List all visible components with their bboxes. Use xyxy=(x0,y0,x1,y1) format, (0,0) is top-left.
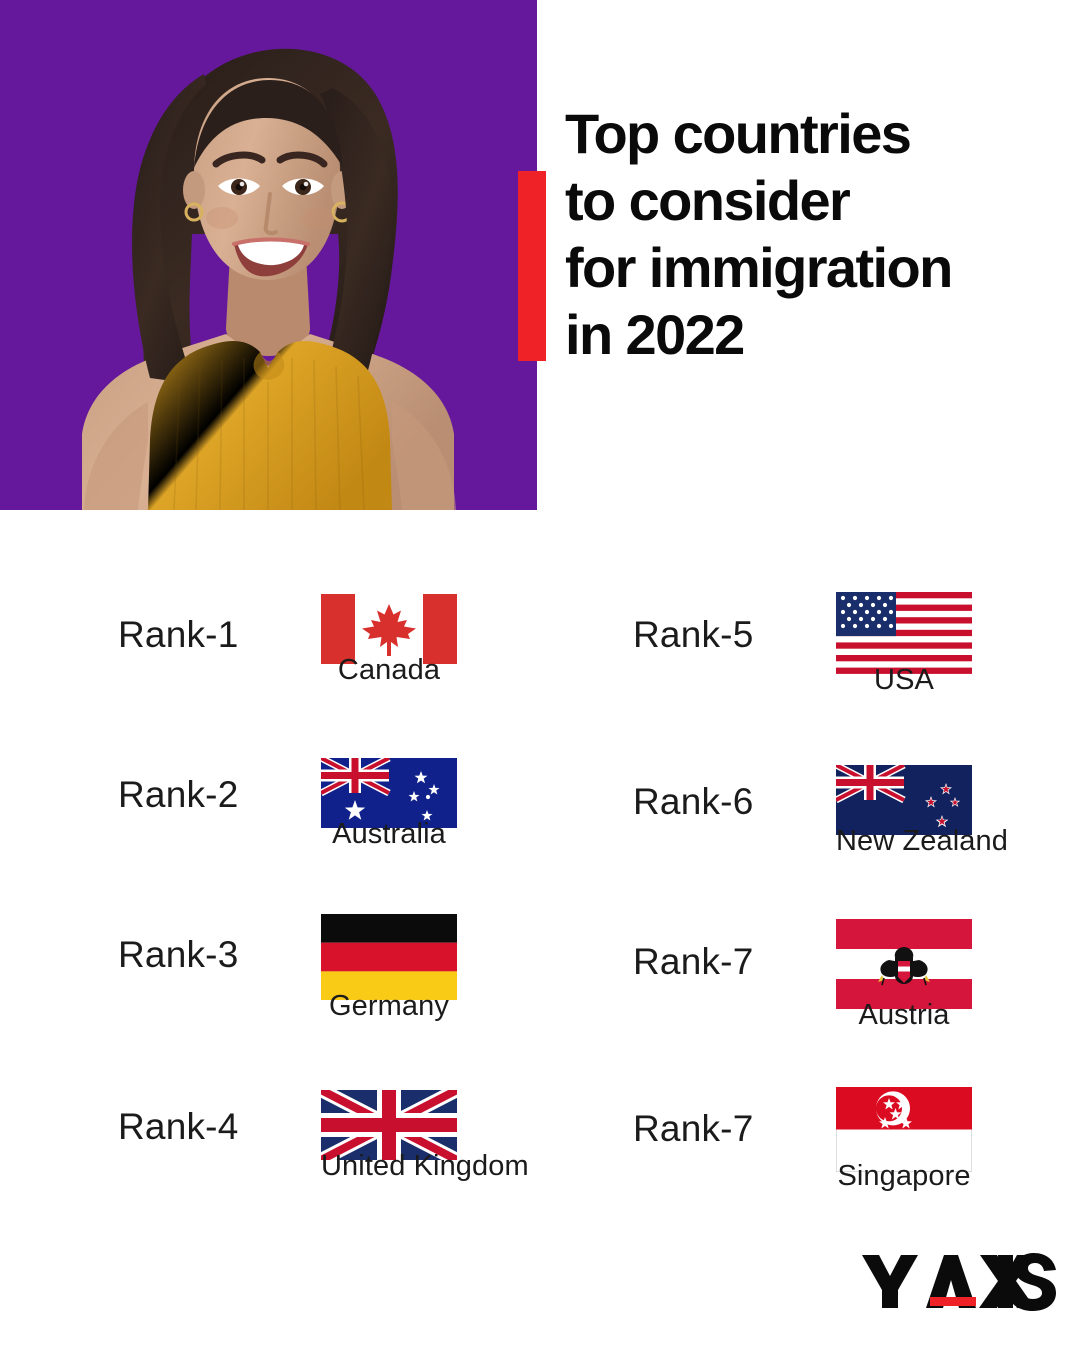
singapore-flag: Singapore xyxy=(836,1087,972,1192)
rank-row-canada: Rank-1 Canada xyxy=(100,578,520,728)
rankings-grid: Rank-1 Canada Rank-2 Australia Rank-3 Ge… xyxy=(0,560,1080,1220)
germany-flag: Germany xyxy=(321,914,457,1022)
portrait-image xyxy=(74,22,464,510)
page-title: Top countries to consider for immigratio… xyxy=(565,100,1065,368)
red-accent-bar xyxy=(518,171,546,361)
infographic-canvas: Top countries to consider for immigratio… xyxy=(0,0,1080,1350)
rank-label-5: Rank-5 xyxy=(633,614,754,655)
headline-line-3: for immigration xyxy=(565,236,953,299)
rank-row-australia: Rank-2 Australia xyxy=(100,738,520,888)
country-label-germany: Germany xyxy=(329,990,449,1022)
country-label-united-kingdom: United Kingdom xyxy=(321,1150,529,1182)
y-axis-logo[interactable] xyxy=(860,1252,1056,1318)
rank-label-6: Rank-6 xyxy=(633,781,754,822)
country-label-australia: Australia xyxy=(332,818,446,850)
country-label-austria: Austria xyxy=(858,999,950,1031)
headline-line-4: in 2022 xyxy=(565,303,745,366)
united-kingdom-flag: United Kingdom xyxy=(321,1090,529,1182)
rank-label-3: Rank-3 xyxy=(118,934,239,975)
australia-flag: Australia xyxy=(321,758,457,850)
rank-label-4: Rank-4 xyxy=(118,1106,239,1147)
country-label-canada: Canada xyxy=(337,654,441,686)
rank-row-usa: Rank-5 USA xyxy=(615,578,1035,728)
canada-flag: Canada xyxy=(321,594,457,686)
rank-row-new-zealand: Rank-6 New Zealand xyxy=(615,745,1035,895)
rank-row-united-kingdom: Rank-4 United Kingdom xyxy=(100,1070,529,1220)
rank-row-singapore: Rank-7 Singapore xyxy=(615,1072,1035,1222)
rank-label-7-austria: Rank-7 xyxy=(633,941,754,982)
rank-label-7-singapore: Rank-7 xyxy=(633,1108,754,1149)
country-label-new-zealand: New Zealand xyxy=(836,825,1008,857)
headline-line-2: to consider xyxy=(565,169,851,232)
rank-label-2: Rank-2 xyxy=(118,774,239,815)
hero-purple-panel xyxy=(0,0,537,510)
austria-flag: Austria xyxy=(836,919,972,1031)
country-label-singapore: Singapore xyxy=(837,1160,971,1192)
usa-flag: USA xyxy=(836,592,972,696)
headline-line-1: Top countries xyxy=(565,102,912,165)
new-zealand-flag: New Zealand xyxy=(836,765,1008,857)
rank-row-germany: Rank-3 Germany xyxy=(100,898,520,1048)
rank-row-austria: Rank-7 Austria xyxy=(615,905,1035,1055)
rank-label-1: Rank-1 xyxy=(118,614,239,655)
country-label-usa: USA xyxy=(874,664,934,696)
